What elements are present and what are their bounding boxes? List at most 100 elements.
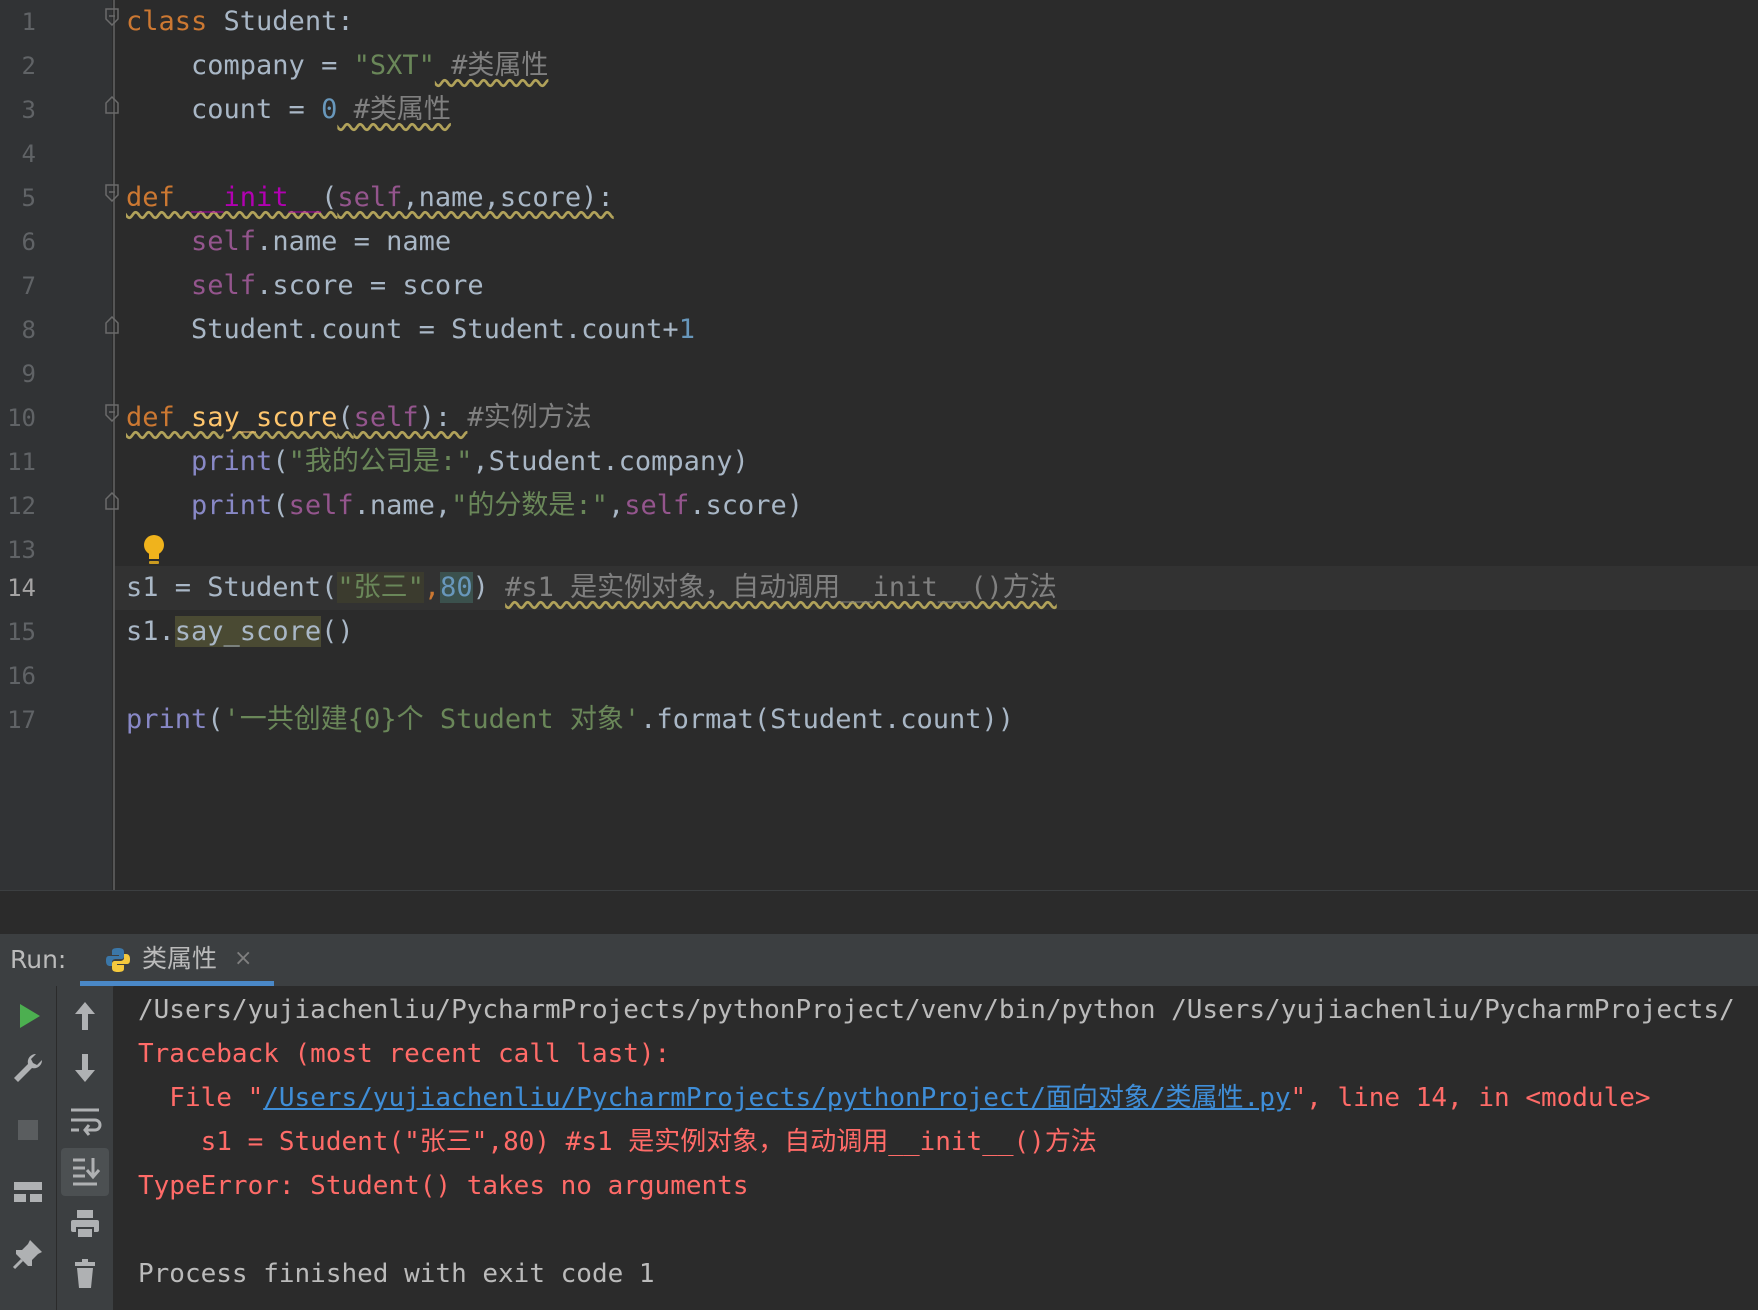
code-text: ): xyxy=(418,402,468,433)
fold-open-icon[interactable] xyxy=(105,404,119,422)
console-line-traceback: Traceback (most recent call last): xyxy=(138,1039,671,1069)
wrench-icon[interactable] xyxy=(8,1048,48,1088)
code-text: ) xyxy=(472,572,506,603)
code-text: ( xyxy=(321,182,338,213)
code-line-6[interactable]: self.name = name xyxy=(126,220,451,264)
code-line-17[interactable]: print('一共创建{0}个 Student 对象'.format(Stude… xyxy=(126,698,1014,742)
pin-icon[interactable] xyxy=(8,1234,48,1274)
panel-splitter[interactable] xyxy=(0,890,1758,935)
code-text: count = xyxy=(126,94,322,125)
line-number: 3 xyxy=(21,96,36,124)
code-text: ,name,score): xyxy=(402,182,614,213)
arrow-down-icon[interactable] xyxy=(65,1048,105,1088)
lightbulb-icon[interactable] xyxy=(141,533,167,567)
code-line-12[interactable]: print(self.name,"的分数是:",self.score) xyxy=(126,484,803,528)
code-line-2[interactable]: company = "SXT" #类属性 xyxy=(126,44,548,88)
line-number: 8 xyxy=(21,316,36,344)
file-link[interactable]: /Users/yujiachenliu/PycharmProjects/pyth… xyxy=(263,1083,1290,1113)
code-line-11[interactable]: print("我的公司是:",Student.company) xyxy=(126,440,749,484)
layout-icon[interactable] xyxy=(8,1172,48,1212)
number-literal: 80 xyxy=(440,572,473,603)
line-number: 10 xyxy=(7,404,36,432)
string-literal: '一共创建{0}个 Student 对象' xyxy=(223,704,641,735)
console-line-source: s1 = Student("张三",80) #s1 是实例对象，自动调用__in… xyxy=(138,1127,1097,1157)
string-literal: "SXT" xyxy=(353,50,435,81)
comment: #类属性 xyxy=(337,94,451,125)
code-line-3[interactable]: count = 0 #类属性 xyxy=(126,88,451,132)
console-text: File " xyxy=(138,1083,264,1113)
line-number: 2 xyxy=(21,52,36,80)
line-number: 6 xyxy=(21,228,36,256)
fold-end-icon[interactable] xyxy=(105,316,119,334)
number-literal: 1 xyxy=(678,314,695,345)
code-text: .score) xyxy=(689,490,804,521)
code-text: , xyxy=(423,572,441,603)
code-line-5[interactable]: def __init__(self,name,score): xyxy=(126,176,614,220)
code-text: ( xyxy=(272,490,289,521)
console-text: ", line 14, in <module> xyxy=(1290,1083,1651,1113)
code-text: , xyxy=(607,490,625,521)
builtin-name: print xyxy=(126,704,208,735)
console-line-file: File "/Users/yujiachenliu/PycharmProject… xyxy=(138,1076,1651,1120)
fold-open-icon[interactable] xyxy=(105,184,119,202)
fold-open-icon[interactable] xyxy=(105,8,119,26)
soft-wrap-icon[interactable] xyxy=(65,1100,105,1140)
code-editor[interactable]: 1 2 3 4 5 6 7 8 9 10 11 12 13 14 15 16 1… xyxy=(0,0,1758,890)
keyword: def xyxy=(126,402,192,433)
builtin-name: print xyxy=(191,490,273,521)
python-icon xyxy=(106,948,130,972)
fold-end-icon[interactable] xyxy=(105,492,119,510)
console-line-command: /Users/yujiachenliu/PycharmProjects/pyth… xyxy=(138,995,1735,1025)
self-param: self xyxy=(191,226,257,257)
self-param: self xyxy=(624,490,690,521)
string-literal: "的分数是:" xyxy=(451,490,608,521)
self-param: self xyxy=(353,402,419,433)
console-output[interactable]: /Users/yujiachenliu/PycharmProjects/pyth… xyxy=(114,986,1758,1310)
run-panel-header: Run: 类属性 × xyxy=(0,934,1758,987)
code-text: .name, xyxy=(353,490,452,521)
line-number: 1 xyxy=(21,8,36,36)
console-line-exit: Process finished with exit code 1 xyxy=(138,1259,655,1289)
code-text: () xyxy=(321,616,354,647)
play-icon[interactable] xyxy=(8,996,48,1036)
run-tab-name: 类属性 xyxy=(142,944,218,973)
line-number: 7 xyxy=(21,272,36,300)
code-text: ,Student.company) xyxy=(472,446,749,477)
code-text: company = xyxy=(126,50,354,81)
comment: #s1 是实例对象，自动调用__init__()方法 xyxy=(505,572,1057,603)
code-line-1[interactable]: class Student: xyxy=(126,0,354,44)
trash-icon[interactable] xyxy=(65,1254,105,1294)
function-name: __init__ xyxy=(191,182,322,213)
code-text: ( xyxy=(337,402,354,433)
function-name: say_score xyxy=(191,402,338,433)
run-tab[interactable]: 类属性 × xyxy=(80,934,274,986)
arrow-up-icon[interactable] xyxy=(65,996,105,1036)
run-toolbar-right xyxy=(57,986,113,1310)
keyword: def xyxy=(126,182,192,213)
line-number: 5 xyxy=(21,184,36,212)
fold-end-icon[interactable] xyxy=(105,96,119,114)
code-line-14[interactable]: s1 = Student("张三",80) #s1 是实例对象，自动调用__in… xyxy=(126,566,1057,610)
code-line-7[interactable]: self.score = score xyxy=(126,264,484,308)
line-number: 16 xyxy=(7,662,36,690)
code-line-10[interactable]: def say_score(self): #实例方法 xyxy=(126,396,592,440)
code-line-8[interactable]: Student.count = Student.count+1 xyxy=(126,308,695,352)
comment: #实例方法 xyxy=(467,402,592,433)
code-text: .score = score xyxy=(256,270,484,301)
close-icon[interactable]: × xyxy=(234,934,252,984)
code-line-15[interactable]: s1.say_score() xyxy=(126,610,354,654)
code-text: Student.count = Student.count+ xyxy=(126,314,679,345)
console-line-error: TypeError: Student() takes no arguments xyxy=(138,1171,749,1201)
line-number: 11 xyxy=(7,448,36,476)
string-literal: "张三" xyxy=(337,572,424,603)
gutter-divider xyxy=(113,0,115,890)
code-text: .format(Student.count)) xyxy=(640,704,1014,735)
stop-icon[interactable] xyxy=(8,1110,48,1150)
scroll-to-end-icon[interactable] xyxy=(65,1152,105,1192)
self-param: self xyxy=(191,270,257,301)
print-icon[interactable] xyxy=(65,1204,105,1244)
run-label: Run: xyxy=(10,945,67,974)
comment: #类属性 xyxy=(434,50,549,81)
